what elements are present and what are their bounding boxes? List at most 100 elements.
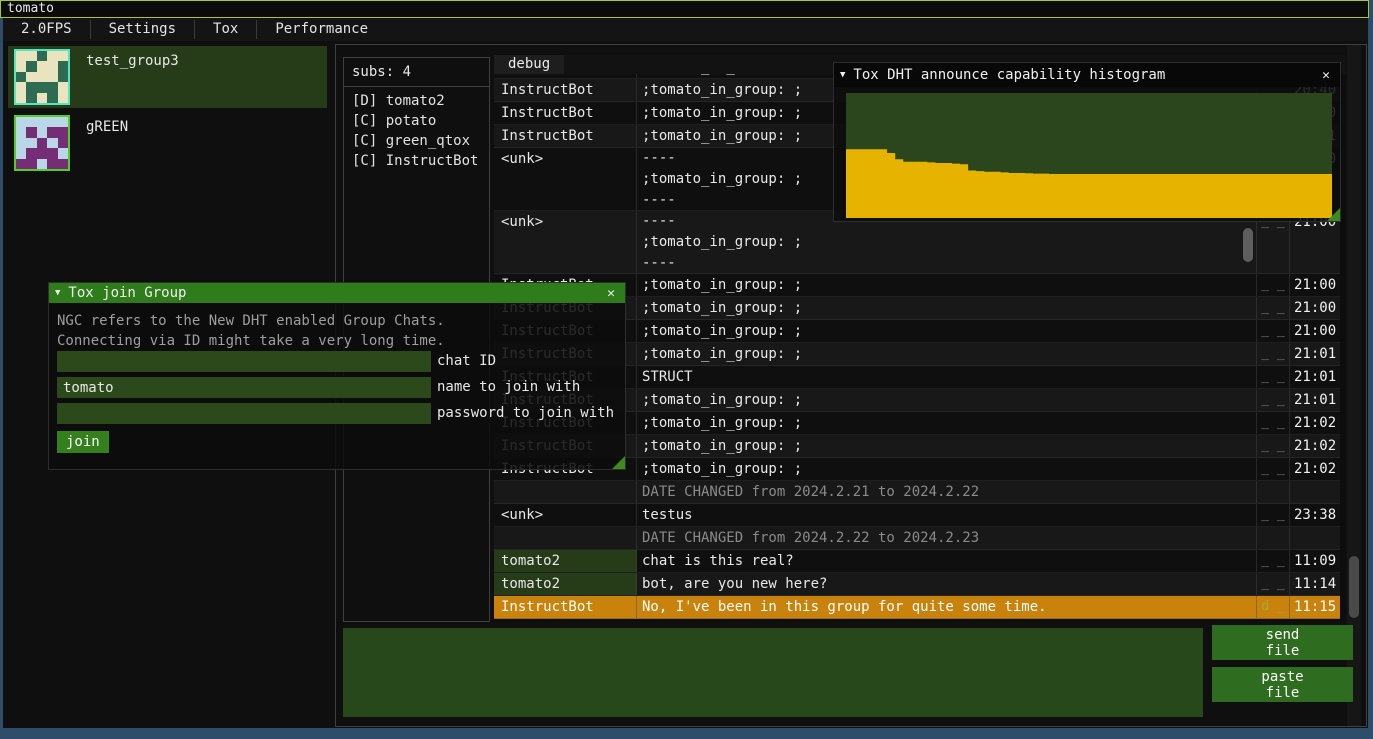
message-sender: InstructBot xyxy=(494,74,637,78)
message-status: _ _ xyxy=(1257,435,1290,457)
avatar-identicon xyxy=(16,117,68,169)
message-input[interactable] xyxy=(343,628,1203,717)
member-list-item[interactable]: [C] potato xyxy=(344,111,489,131)
paste-file-button[interactable]: paste file xyxy=(1212,667,1353,702)
group-name-label: test_group3 xyxy=(86,53,179,69)
chat-message-row[interactable]: InstructBotNo, I've been in this group f… xyxy=(494,596,1340,619)
message-text: chat is this real? xyxy=(637,550,1257,572)
avatar-pixel xyxy=(47,82,57,92)
dht-histogram-title: Tox DHT announce capability histogram xyxy=(853,67,1165,83)
avatar-pixel xyxy=(37,159,47,169)
tab-debug[interactable]: debug xyxy=(494,55,564,74)
dht-histogram-window: ▼ Tox DHT announce capability histogram … xyxy=(833,62,1341,222)
collapse-arrow-icon[interactable]: ▼ xyxy=(840,70,845,80)
message-timestamp: 11:15 xyxy=(1290,596,1340,618)
avatar-pixel xyxy=(58,93,68,103)
avatar-pixel xyxy=(58,117,68,127)
menu-bar: 2.0FPS SettingsToxPerformance xyxy=(3,18,1368,41)
avatar-pixel xyxy=(26,148,36,158)
chat-scrollbar-thumb[interactable] xyxy=(1243,228,1253,262)
avatar-pixel xyxy=(37,82,47,92)
message-status: _ _ xyxy=(1257,274,1290,296)
avatar-pixel xyxy=(47,51,57,61)
avatar-pixel xyxy=(26,159,36,169)
message-timestamp: 21:02 xyxy=(1290,435,1340,457)
resize-grip[interactable] xyxy=(1327,208,1340,221)
avatar-pixel xyxy=(26,61,36,71)
chat-system-row[interactable]: DATE CHANGED from 2024.2.21 to 2024.2.22 xyxy=(494,481,1340,504)
sidebar-group-test_group3[interactable]: test_group3 xyxy=(8,46,327,108)
message-timestamp: 21:01 xyxy=(1290,366,1340,388)
collapse-arrow-icon[interactable]: ▼ xyxy=(55,288,60,298)
menu-bar-items: SettingsToxPerformance xyxy=(90,18,386,41)
member-list-item[interactable]: [C] InstructBot xyxy=(344,151,489,171)
join-group-description: NGC refers to the New DHT enabled Group … xyxy=(49,303,625,351)
avatar-pixel xyxy=(26,117,36,127)
chat-message-row[interactable]: <unk>testus_ _23:38 xyxy=(494,504,1340,527)
message-status: _ _ xyxy=(1257,412,1290,434)
message-timestamp: 11:09 xyxy=(1290,550,1340,572)
message-sender xyxy=(494,481,637,503)
fps-indicator: 2.0FPS xyxy=(3,18,90,41)
avatar-pixel xyxy=(58,51,68,61)
resize-grip[interactable] xyxy=(612,456,625,469)
avatar-pixel xyxy=(37,61,47,71)
dht-histogram-title-bar[interactable]: ▼ Tox DHT announce capability histogram … xyxy=(834,63,1340,87)
avatar-pixel xyxy=(58,127,68,137)
message-status: _ _ xyxy=(1257,550,1290,572)
app-window: tomato 2.0FPS SettingsToxPerformance tes… xyxy=(0,0,1373,739)
close-icon[interactable]: ✕ xyxy=(603,286,619,301)
message-text: testus xyxy=(637,504,1257,526)
avatar-pixel xyxy=(16,51,26,61)
message-text: DATE CHANGED from 2024.2.21 to 2024.2.22 xyxy=(637,481,1257,503)
avatar-pixel xyxy=(26,72,36,82)
member-list-item[interactable]: [D] tomato2 xyxy=(344,91,489,111)
message-sender: <unk> xyxy=(494,211,637,273)
avatar-pixel xyxy=(16,138,26,148)
members-list: [D] tomato2[C] potato[C] green_qtox[C] I… xyxy=(344,91,489,171)
chat-id-input[interactable] xyxy=(57,351,431,372)
avatar-pixel xyxy=(58,82,68,92)
window-title-bar[interactable]: tomato xyxy=(0,0,1369,18)
message-text: STRUCT xyxy=(637,366,1257,388)
member-list-item[interactable]: [C] green_qtox xyxy=(344,131,489,151)
chat-message-row[interactable]: tomato2bot, are you new here?_ _11:14 xyxy=(494,573,1340,596)
message-text: ;tomato_in_group: ; xyxy=(637,343,1257,365)
chat-system-row[interactable]: DATE CHANGED from 2024.2.22 to 2024.2.23 xyxy=(494,527,1340,550)
group-name-label: gREEN xyxy=(86,119,128,135)
avatar-pixel xyxy=(16,148,26,158)
members-separator xyxy=(344,86,489,87)
window-scrollbar-track[interactable] xyxy=(1347,45,1361,726)
sidebar-group-gREEN[interactable]: gREEN xyxy=(8,112,327,174)
description-line: NGC refers to the New DHT enabled Group … xyxy=(57,311,617,331)
avatar-pixel xyxy=(47,117,57,127)
message-timestamp xyxy=(1290,527,1340,549)
message-timestamp: 23:38 xyxy=(1290,504,1340,526)
avatar-pixel xyxy=(37,93,47,103)
avatar-identicon xyxy=(16,51,68,103)
avatar-pixel xyxy=(37,72,47,82)
avatar-pixel xyxy=(58,148,68,158)
menu-item-tox[interactable]: Tox xyxy=(195,18,256,41)
message-text: ;tomato_in_group: ; xyxy=(637,458,1257,480)
message-status: _ _ xyxy=(1257,504,1290,526)
send-file-button[interactable]: send file xyxy=(1212,625,1353,660)
message-sender: tomato2 xyxy=(494,573,637,595)
join-button[interactable]: join xyxy=(57,431,109,453)
join-group-title-bar[interactable]: ▼ Tox join Group ✕ xyxy=(49,283,625,303)
message-status: _ _ xyxy=(1257,343,1290,365)
join-name-input[interactable] xyxy=(57,377,431,398)
message-text: DATE CHANGED from 2024.2.22 to 2024.2.23 xyxy=(637,527,1257,549)
close-icon[interactable]: ✕ xyxy=(1318,68,1334,83)
message-status: _ _ xyxy=(1257,297,1290,319)
group-avatar xyxy=(14,115,70,171)
chat-message-row[interactable]: tomato2chat is this real?_ _11:09 xyxy=(494,550,1340,573)
menu-item-settings[interactable]: Settings xyxy=(91,18,194,41)
message-status xyxy=(1257,527,1290,549)
menu-item-performance[interactable]: Performance xyxy=(257,18,386,41)
avatar-pixel xyxy=(37,138,47,148)
window-scrollbar-thumb[interactable] xyxy=(1349,556,1359,618)
join-password-input[interactable] xyxy=(57,403,431,424)
group-avatar xyxy=(14,49,70,105)
message-status: _ _ xyxy=(1257,573,1290,595)
